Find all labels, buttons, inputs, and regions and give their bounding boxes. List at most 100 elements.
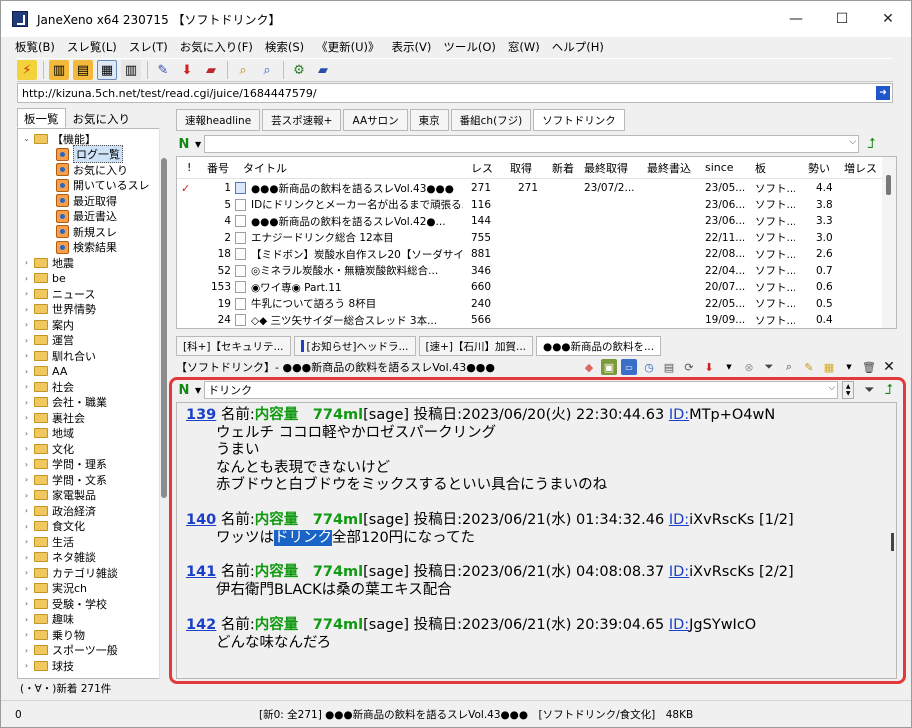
search-icon[interactable]: ⌕ (781, 359, 797, 375)
tree-item[interactable]: 最近書込 (54, 209, 117, 225)
expand-icon[interactable]: › (22, 429, 31, 438)
column-header[interactable]: 新着 (552, 157, 574, 178)
tree-item[interactable]: › 家電製品 (22, 488, 96, 504)
column-header[interactable]: 勢い (808, 157, 830, 178)
pane-icon[interactable]: ▥ (49, 60, 69, 80)
tab-favorites[interactable]: お気に入り (66, 108, 138, 128)
pencil-icon[interactable]: ✎ (153, 60, 173, 80)
expand-icon[interactable]: › (22, 336, 31, 345)
tree-item[interactable]: › 実況ch (22, 581, 87, 597)
board-tab-active[interactable]: ソフトドリンク (533, 109, 625, 131)
tab-board-list[interactable]: 板一覧 (17, 108, 66, 128)
tree-item[interactable]: 新規スレ (54, 224, 117, 240)
tree-item[interactable]: › 政治経済 (22, 503, 96, 519)
expand-icon[interactable]: › (22, 351, 31, 360)
menu-favorites[interactable]: お気に入り(F) (180, 39, 253, 55)
tree-scrollbar-thumb[interactable] (161, 158, 167, 498)
column-header[interactable]: レス (471, 157, 493, 178)
pane-icon[interactable]: ▤ (73, 60, 93, 80)
pane-icon[interactable]: ▥ (121, 60, 141, 80)
column-header[interactable]: 板 (755, 157, 766, 178)
clock-icon[interactable]: ◷ (641, 359, 657, 375)
thread-row[interactable]: ✓ 1 ●●●新商品の飲料を語るスレVol.43●●● 271 271 23/07/2..… (177, 180, 882, 197)
tree-item[interactable]: 開いているスレ (54, 178, 150, 194)
chevron-down-icon[interactable]: ▼ (195, 140, 201, 149)
tree-item[interactable]: › 趣味 (22, 612, 74, 628)
column-header[interactable]: 取得 (510, 157, 532, 178)
chevron-down-icon[interactable]: ▼ (841, 359, 857, 375)
filter-n-icon[interactable]: N (176, 136, 192, 152)
tree-item[interactable]: › 受験・学校 (22, 596, 107, 612)
tree-item[interactable]: お気に入り (54, 162, 128, 178)
thread-list-scrollbar-thumb[interactable] (886, 175, 891, 195)
menu-window[interactable]: 窓(W) (508, 39, 540, 55)
expand-icon[interactable]: › (22, 522, 31, 531)
refresh-arrow-icon[interactable]: ⮥ (867, 136, 875, 152)
expand-icon[interactable]: › (22, 398, 31, 407)
link-icon[interactable]: ▭ (621, 359, 637, 375)
column-header[interactable]: 番号 (207, 157, 229, 178)
menu-help[interactable]: ヘルプ(H) (552, 39, 604, 55)
thread-row[interactable]: 18 【ミドボン】炭酸水自作スレ20【ソーダサイ... 881 22/08... ソフト… (177, 246, 882, 263)
close-button[interactable]: ✕ (865, 1, 911, 37)
menu-view[interactable]: 表示(V) (392, 39, 432, 55)
thread-row[interactable]: 2 エナジードリンク総合 12本目 755 22/11... ソフト... 3.0 (177, 230, 882, 247)
thread-list-scrollbar[interactable] (882, 157, 896, 328)
thread-row[interactable]: 52 ◎ミネラル炭酸水・無糖炭酸飲料総合... 346 22/04... ソフト... 0… (177, 263, 882, 280)
minimize-button[interactable]: — (773, 1, 819, 37)
tree-item[interactable]: › 社会 (22, 379, 74, 395)
expand-icon[interactable]: › (22, 584, 31, 593)
tree-item[interactable]: › 学問・理系 (22, 457, 107, 473)
tree-item[interactable]: ログ一覧 (54, 145, 123, 164)
expand-icon[interactable]: › (22, 615, 31, 624)
menu-search[interactable]: 検索(S) (265, 39, 304, 55)
tree-scrollbar[interactable] (159, 128, 167, 679)
thread-tab[interactable]: [速+]【石川】加賀... (418, 336, 534, 356)
menu-tools[interactable]: ツール(O) (443, 39, 496, 55)
expand-icon[interactable]: › (22, 491, 31, 500)
tree-item[interactable]: › 乗り物 (22, 627, 85, 643)
search-icon[interactable]: ⌕ (233, 60, 253, 80)
tree-item[interactable]: › 世界情勢 (22, 302, 96, 318)
expand-icon[interactable]: › (22, 413, 31, 422)
thread-row[interactable]: 153 ◉ワイ専◉ Part.11 660 20/07... ソフト... 0.6 (177, 279, 882, 296)
menu-thread[interactable]: スレ(T) (129, 39, 168, 55)
tree-item[interactable]: › 食文化 (22, 519, 85, 535)
expand-icon[interactable]: › (22, 382, 31, 391)
down-arrow-icon[interactable]: ⬇ (701, 359, 717, 375)
sync-icon[interactable]: ⟳ (681, 359, 697, 375)
pane-icon[interactable]: ▦ (97, 60, 117, 80)
expand-icon[interactable]: › (22, 506, 31, 515)
expand-icon[interactable]: › (22, 646, 31, 655)
tree-item[interactable]: › ネタ雑談 (22, 550, 96, 566)
expand-icon[interactable]: › (22, 460, 31, 469)
collapse-icon[interactable]: ⌄ (22, 134, 31, 143)
thread-row[interactable]: 5 IDにドリンクとメーカー名が出るまで頑張る... 116 23/06... ソフト.… (177, 197, 882, 214)
tree-item[interactable]: › 会社・職業 (22, 395, 107, 411)
tree-item[interactable]: 最近取得 (54, 193, 117, 209)
menu-update[interactable]: 《更新(U)》 (316, 39, 379, 55)
go-arrow-icon[interactable]: ➜ (876, 86, 890, 100)
thread-tab[interactable]: [科+]【セキュリテ... (176, 336, 291, 356)
thread-row[interactable]: 4 ●●●新商品の飲料を語るスレVol.42●... 144 23/06... ソフト.… (177, 213, 882, 230)
board-tab[interactable]: AAサロン (343, 109, 408, 131)
tree-item[interactable]: ⌄ 【機能】 (22, 131, 96, 147)
trash-icon[interactable]: 🗑 (861, 359, 877, 375)
board-tab[interactable]: 速報headline (176, 109, 261, 131)
bookmark-icon[interactable]: ◆ (581, 359, 597, 375)
expand-icon[interactable]: › (22, 537, 31, 546)
expand-icon[interactable]: › (22, 475, 31, 484)
expand-icon[interactable]: › (22, 599, 31, 608)
book-icon[interactable]: ▰ (313, 60, 333, 80)
search-icon[interactable]: ⌕ (257, 60, 277, 80)
chevron-down-icon[interactable]: ▼ (721, 359, 737, 375)
thread-row[interactable]: 24 ◇◆ 三ツ矢サイダー総合スレッド 3本... 566 19/09... ソフト..… (177, 312, 882, 328)
column-header[interactable]: since (705, 157, 734, 178)
expand-icon[interactable]: › (22, 568, 31, 577)
column-header[interactable]: 最終取得 (584, 157, 628, 178)
filter-icon[interactable]: ⏷ (761, 359, 777, 375)
expand-icon[interactable]: › (22, 367, 31, 376)
tree-item[interactable]: › 球技 (22, 658, 74, 674)
tree-item[interactable]: › be (22, 271, 66, 287)
board-tab[interactable]: 東京 (409, 109, 449, 131)
